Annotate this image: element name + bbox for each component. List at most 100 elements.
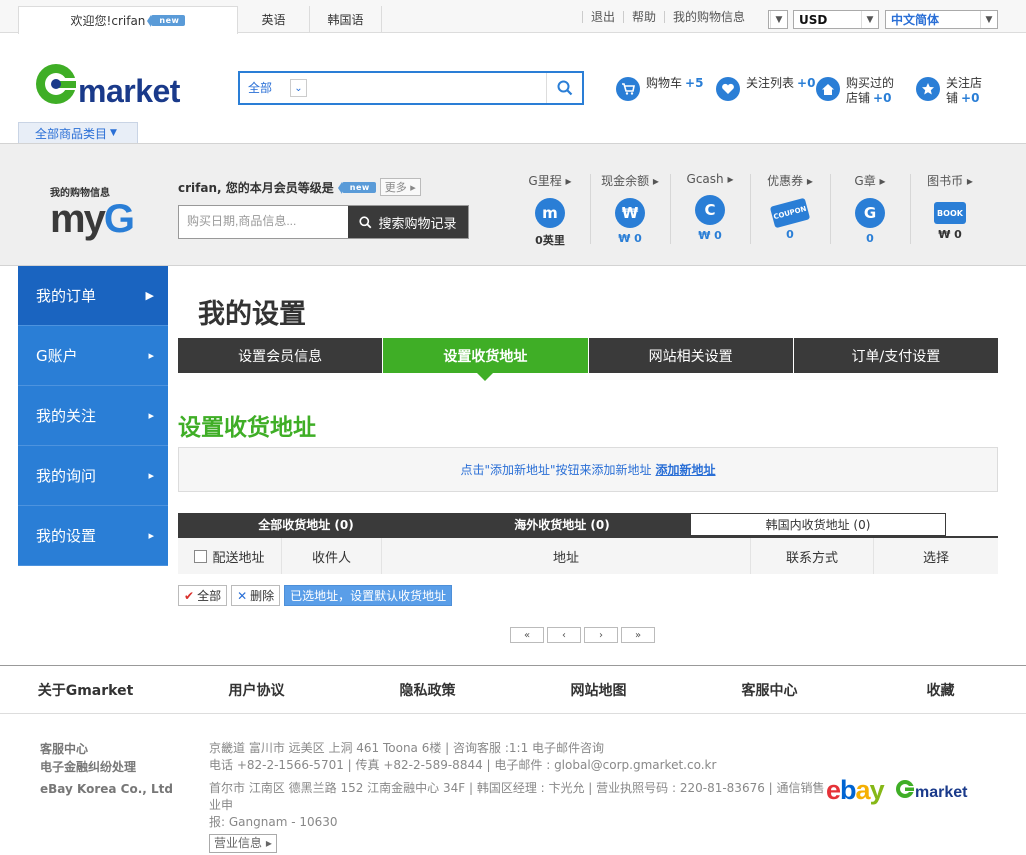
username-link[interactable]: crifan xyxy=(111,14,145,28)
more-button[interactable]: 更多 ▸ xyxy=(379,178,421,196)
cart-link[interactable]: 购物车 +5 xyxy=(616,76,703,101)
help-link[interactable]: 帮助 xyxy=(623,11,664,23)
tab-order-payment[interactable]: 订单/支付设置 xyxy=(794,338,998,373)
myg-logo-g: G xyxy=(103,197,135,241)
add-address-link[interactable]: 添加新地址 xyxy=(656,461,716,478)
select-all-checkbox[interactable] xyxy=(194,549,208,563)
home-icon xyxy=(816,77,840,101)
logout-link[interactable]: 退出 xyxy=(582,11,623,23)
favorite-stores-count: +0 xyxy=(961,91,980,105)
stat-gcash[interactable]: Gcash ▸ C ₩ 0 xyxy=(670,172,750,242)
search-icon xyxy=(359,215,372,228)
gmarket-footer-logo: market xyxy=(895,778,977,803)
nav-my-inquiries-label: 我的询问 xyxy=(36,467,97,485)
business-info-button[interactable]: 营业信息 ▸ xyxy=(209,834,277,853)
footer-privacy[interactable]: 隐私政策 xyxy=(342,666,513,713)
footer-sitemap[interactable]: 网站地图 xyxy=(513,666,684,713)
footer-about[interactable]: 关于Gmarket xyxy=(0,666,171,713)
star-icon xyxy=(916,77,940,101)
nav-my-orders[interactable]: 我的订单 ▶ xyxy=(18,266,168,326)
info-box: 点击"添加新地址"按钮来添加新地址 添加新地址 xyxy=(178,447,998,492)
subtab-korea-addresses[interactable]: 韩国内收货地址 (0) xyxy=(690,513,946,536)
new-badge: new xyxy=(337,181,376,194)
language-value: 中文简体 xyxy=(891,13,940,27)
language-select[interactable]: 中文简体 ▼ xyxy=(885,10,998,29)
all-categories-label: 全部商品类目 xyxy=(35,126,108,141)
footer-customer-service[interactable]: 客服中心 xyxy=(40,740,173,758)
search-input[interactable] xyxy=(314,77,544,99)
tab-korean[interactable]: 韩国语 xyxy=(310,6,382,33)
first-page-button[interactable]: « xyxy=(510,627,544,643)
extra-select[interactable]: ▼ xyxy=(768,10,788,29)
bought-stores-link[interactable]: 购买过的 店铺 +0 xyxy=(816,76,894,106)
stat-cash-balance[interactable]: 现金余额 ▸ ₩ ₩ 0 xyxy=(590,172,670,245)
svg-text:market: market xyxy=(915,784,968,800)
nav-my-follows-label: 我的关注 xyxy=(36,407,97,425)
won-icon: ₩ xyxy=(615,198,645,228)
my-shopping-info-link[interactable]: 我的购物信息 xyxy=(664,11,753,23)
select-all-label: 全部 xyxy=(197,589,222,603)
footer-terms[interactable]: 用户协议 xyxy=(171,666,342,713)
prev-page-button[interactable]: ‹ xyxy=(547,627,581,643)
order-search-button[interactable]: 搜索购物记录 xyxy=(348,206,468,238)
nav-my-follows[interactable]: 我的关注 ▸ xyxy=(18,386,168,446)
favorite-stores-link[interactable]: 关注店铺 +0 xyxy=(916,76,982,106)
select-all-button[interactable]: ✔ 全部 xyxy=(178,585,228,606)
chevron-down-icon[interactable]: ⌄ xyxy=(290,79,307,97)
next-page-button[interactable]: › xyxy=(584,627,618,643)
search-button[interactable] xyxy=(546,73,582,103)
footer-favorite[interactable]: 收藏 xyxy=(855,666,1026,713)
cart-label: 购物车 xyxy=(646,76,683,90)
set-default-address-button[interactable]: 已选地址，设置默认收货地址 xyxy=(284,585,453,606)
top-links: 退出 帮助 我的购物信息 xyxy=(582,11,753,23)
stat-mileage[interactable]: G里程 ▸ m 0英里 xyxy=(510,172,590,248)
section-title: 设置收货地址 xyxy=(178,415,316,441)
nav-my-inquiries[interactable]: 我的询问 ▸ xyxy=(18,446,168,506)
stat-g-stamp[interactable]: G章 ▸ G 0 xyxy=(830,172,910,245)
tab-site-settings[interactable]: 网站相关设置 xyxy=(589,338,794,373)
footer-left: 客服中心 电子金融纠纷处理 eBay Korea Co., Ltd xyxy=(40,740,173,798)
footer-company: eBay Korea Co., Ltd xyxy=(40,782,173,796)
subtab-all-addresses[interactable]: 全部收货地址 (0) xyxy=(178,513,434,536)
favorite-stores-label-2: 铺 xyxy=(946,91,959,105)
myg-logo[interactable]: 我的购物信息 myG xyxy=(50,184,135,241)
myg-panel: 我的购物信息 myG crifan, 您的本月会员等级是 new 更多 ▸ 搜索… xyxy=(0,143,1026,266)
last-page-button[interactable]: » xyxy=(621,627,655,643)
business-info-label: 营业信息 xyxy=(214,836,263,850)
stat-gcash-label: Gcash xyxy=(686,172,724,186)
nav-my-settings-label: 我的设置 xyxy=(36,527,97,545)
subtab-overseas-addresses[interactable]: 海外收货地址 (0) xyxy=(434,513,690,536)
more-button-label: 更多 xyxy=(384,181,407,194)
watch-list-link[interactable]: 关注列表 +0 xyxy=(716,76,815,101)
chevron-down-icon: ▼ xyxy=(770,11,787,28)
order-search-input[interactable] xyxy=(187,214,337,228)
nav-g-account[interactable]: G账户 ▸ xyxy=(18,326,168,386)
footer-customer-center[interactable]: 客服中心 xyxy=(684,666,855,713)
delete-label: 删除 xyxy=(250,589,275,603)
currency-select[interactable]: USD ▼ xyxy=(793,10,879,29)
cart-icon xyxy=(616,77,640,101)
tab-chinese[interactable]: 欢迎您! crifan new xyxy=(18,6,238,34)
chevron-down-icon: ▼ xyxy=(861,11,878,28)
member-grade-text: crifan, 您的本月会员等级是 xyxy=(178,180,334,195)
tab-shipping-address[interactable]: 设置收货地址 xyxy=(383,338,589,381)
footer-line-3: 首尔市 江南区 德黑兰路 152 江南金融中心 34F | 韩国区经理 : 卞光… xyxy=(209,781,825,812)
stat-cash-balance-label: 现金余额 xyxy=(601,174,650,188)
tab-member-info[interactable]: 设置会员信息 xyxy=(178,338,384,373)
page-title: 我的设置 xyxy=(198,299,306,330)
tab-english[interactable]: 英语 xyxy=(238,6,310,33)
chevron-right-icon: ▸ xyxy=(148,409,154,422)
delete-button[interactable]: ✕ 删除 xyxy=(231,585,281,606)
footer-info: 京畿道 富川市 远美区 上洞 461 Toona 6楼 | 咨询客服 :1:1 … xyxy=(209,740,829,853)
nav-my-orders-label: 我的订单 xyxy=(36,287,97,305)
chevron-right-icon: ▸ xyxy=(148,349,154,362)
stat-coupons[interactable]: 优惠券 ▸ COUPON 0 xyxy=(750,172,830,241)
col-select: 选择 xyxy=(922,550,949,566)
gcash-icon: C xyxy=(695,195,725,225)
stat-book-money[interactable]: 图书币 ▸ BOOK ₩ 0 xyxy=(910,172,990,241)
all-categories-button[interactable]: 全部商品类目 ▼ xyxy=(18,122,138,143)
nav-my-settings[interactable]: 我的设置 ▸ xyxy=(18,506,168,566)
gmarket-logo[interactable]: market xyxy=(34,62,214,110)
footer-dispute[interactable]: 电子金融纠纷处理 xyxy=(40,758,173,776)
search-category[interactable]: 全部 xyxy=(248,79,272,96)
